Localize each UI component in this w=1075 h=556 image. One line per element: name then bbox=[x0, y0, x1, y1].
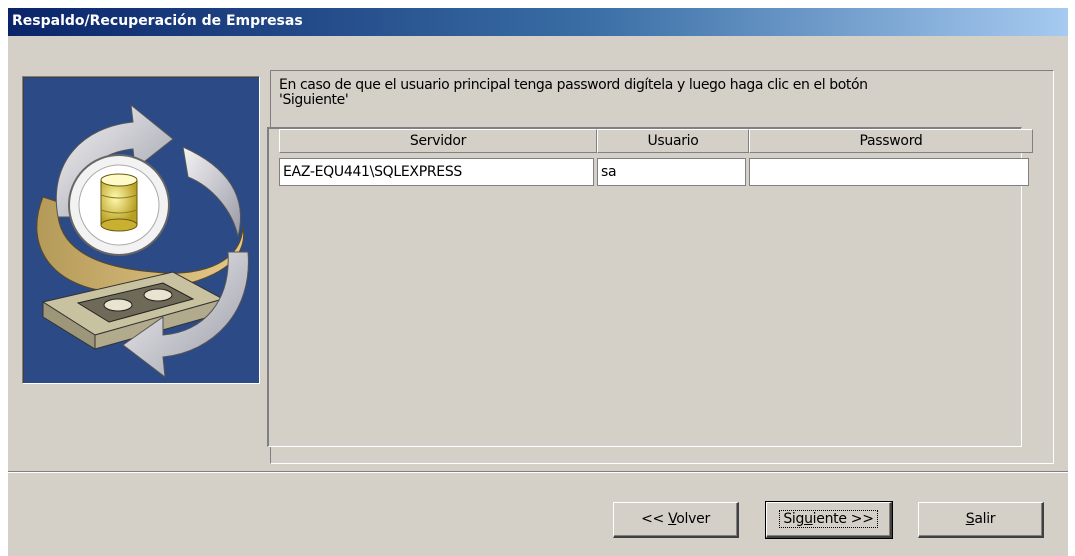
next-button[interactable]: Siguiente >> bbox=[765, 501, 893, 539]
next-button-prefix: Sig bbox=[783, 511, 805, 527]
column-header-usuario[interactable]: Usuario bbox=[597, 129, 749, 153]
footer-separator-highlight bbox=[8, 472, 1068, 473]
back-button[interactable]: << Volver bbox=[613, 502, 739, 538]
instructions-line-1: En caso de que el usuario principal teng… bbox=[279, 77, 868, 93]
next-button-mnemonic: u bbox=[804, 511, 813, 527]
column-header-servidor[interactable]: Servidor bbox=[279, 129, 597, 153]
cell-servidor[interactable]: EAZ-EQU441\SQLEXPRESS bbox=[279, 158, 594, 186]
title-bar: Respaldo/Recuperación de Empresas bbox=[8, 8, 1068, 36]
connection-grid: Servidor Usuario Password EAZ-EQU441\SQL… bbox=[267, 127, 1033, 447]
password-field[interactable] bbox=[749, 158, 1029, 186]
next-button-focus: Siguiente >> bbox=[779, 510, 878, 528]
wizard-image-panel bbox=[22, 76, 260, 384]
cell-usuario[interactable]: sa bbox=[597, 158, 746, 186]
next-button-rest: iente >> bbox=[812, 511, 874, 527]
back-button-prefix: << bbox=[641, 511, 669, 527]
database-backup-illustration-icon bbox=[36, 103, 249, 379]
window-title: Respaldo/Recuperación de Empresas bbox=[12, 13, 303, 29]
instructions-text: En caso de que el usuario principal teng… bbox=[279, 78, 1019, 108]
column-header-password[interactable]: Password bbox=[749, 129, 1033, 153]
back-button-rest: olver bbox=[676, 511, 710, 527]
instructions-line-2: 'Siguiente' bbox=[279, 92, 349, 108]
exit-button[interactable]: Salir bbox=[918, 502, 1044, 538]
exit-button-rest: alir bbox=[974, 511, 996, 527]
